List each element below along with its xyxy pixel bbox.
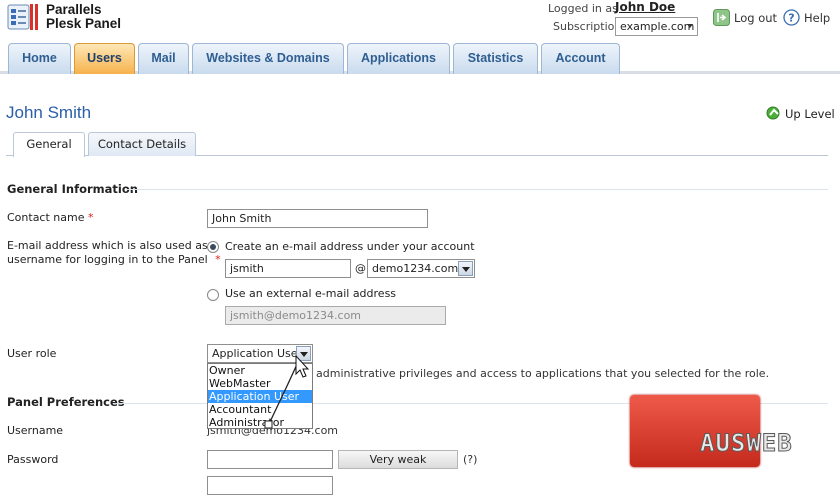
email-label: E-mail address which is also used as a u… xyxy=(7,239,221,267)
tab-mail[interactable]: Mail xyxy=(138,43,189,74)
email-domain-select[interactable]: demo1234.com xyxy=(367,259,475,278)
radio-create-email-label: Create an e-mail address under your acco… xyxy=(225,240,475,253)
main-nav: Home Users Mail Websites & Domains Appli… xyxy=(0,42,840,74)
up-level-link[interactable]: Up Level xyxy=(766,104,835,123)
tab-account[interactable]: Account xyxy=(541,43,620,74)
logged-in-user-link[interactable]: John Doe xyxy=(615,0,675,14)
product-name: Parallels Plesk Panel xyxy=(46,3,121,31)
svg-text:?: ? xyxy=(788,12,794,25)
contact-name-input[interactable]: John Smith xyxy=(207,209,428,228)
email-local-input[interactable]: jsmith xyxy=(225,259,351,278)
subtab-general[interactable]: General xyxy=(13,132,85,157)
up-level-label: Up Level xyxy=(785,106,835,121)
radio-external-email-label: Use an external e-mail address xyxy=(225,287,397,300)
password-strength-button[interactable]: Very weak xyxy=(338,450,458,469)
email-label-line-2: username for logging in to the Panel xyxy=(7,253,208,266)
contact-name-label-text: Contact name xyxy=(7,211,85,224)
user-role-description: administrative privileges and access to … xyxy=(316,367,770,380)
subscription-label: Subscription xyxy=(553,20,622,33)
help-label: Help xyxy=(804,10,831,25)
user-role-label: User role xyxy=(7,347,57,360)
logged-in-label: Logged in as xyxy=(548,2,618,15)
at-sign: @ xyxy=(355,262,366,275)
logo-line-1: Parallels xyxy=(46,2,102,17)
tab-users[interactable]: Users xyxy=(74,43,135,74)
plesk-logo-icon xyxy=(7,3,39,31)
email-domain-value: demo1234.com xyxy=(372,262,459,275)
username-label: Username xyxy=(7,424,64,437)
subtab-contact-details[interactable]: Contact Details xyxy=(88,132,196,156)
required-mark: * xyxy=(88,211,94,224)
contact-name-label: Contact name * xyxy=(7,211,94,225)
section-title-general: General Information xyxy=(7,182,138,196)
password-help-link[interactable]: (?) xyxy=(463,453,477,466)
help-icon: ? xyxy=(783,9,800,26)
help-link[interactable]: ? Help xyxy=(783,9,830,26)
tab-home[interactable]: Home xyxy=(8,43,71,74)
external-email-input: jsmith@demo1234.com xyxy=(225,306,446,325)
section-title-preferences: Panel Preferences xyxy=(7,395,125,409)
up-level-icon xyxy=(766,104,782,123)
password-input[interactable] xyxy=(207,450,333,469)
required-mark: * xyxy=(215,253,221,266)
email-label-line-1: E-mail address which is also used as a xyxy=(7,239,218,252)
logout-link[interactable]: Log out xyxy=(713,9,777,26)
section-divider xyxy=(126,189,828,190)
watermark-text: AUSWEB xyxy=(700,429,793,458)
cursor-trail-icon xyxy=(264,354,310,429)
chevron-down-icon xyxy=(458,261,473,276)
subscription-select[interactable]: example.com xyxy=(615,17,698,36)
logout-label: Log out xyxy=(734,10,778,25)
tab-applications[interactable]: Applications xyxy=(347,43,450,74)
logout-icon xyxy=(713,9,730,26)
chevron-down-icon xyxy=(687,24,693,28)
radio-create-email[interactable] xyxy=(207,241,219,253)
password-confirm-input[interactable] xyxy=(207,476,333,495)
password-label: Password xyxy=(7,453,59,466)
tab-statistics[interactable]: Statistics xyxy=(453,43,538,74)
logo-line-2: Plesk Panel xyxy=(46,16,122,31)
subscription-value: example.com xyxy=(620,20,695,33)
tab-websites-domains[interactable]: Websites & Domains xyxy=(192,43,344,74)
radio-external-email[interactable] xyxy=(207,289,219,301)
page-title: John Smith xyxy=(6,103,92,122)
